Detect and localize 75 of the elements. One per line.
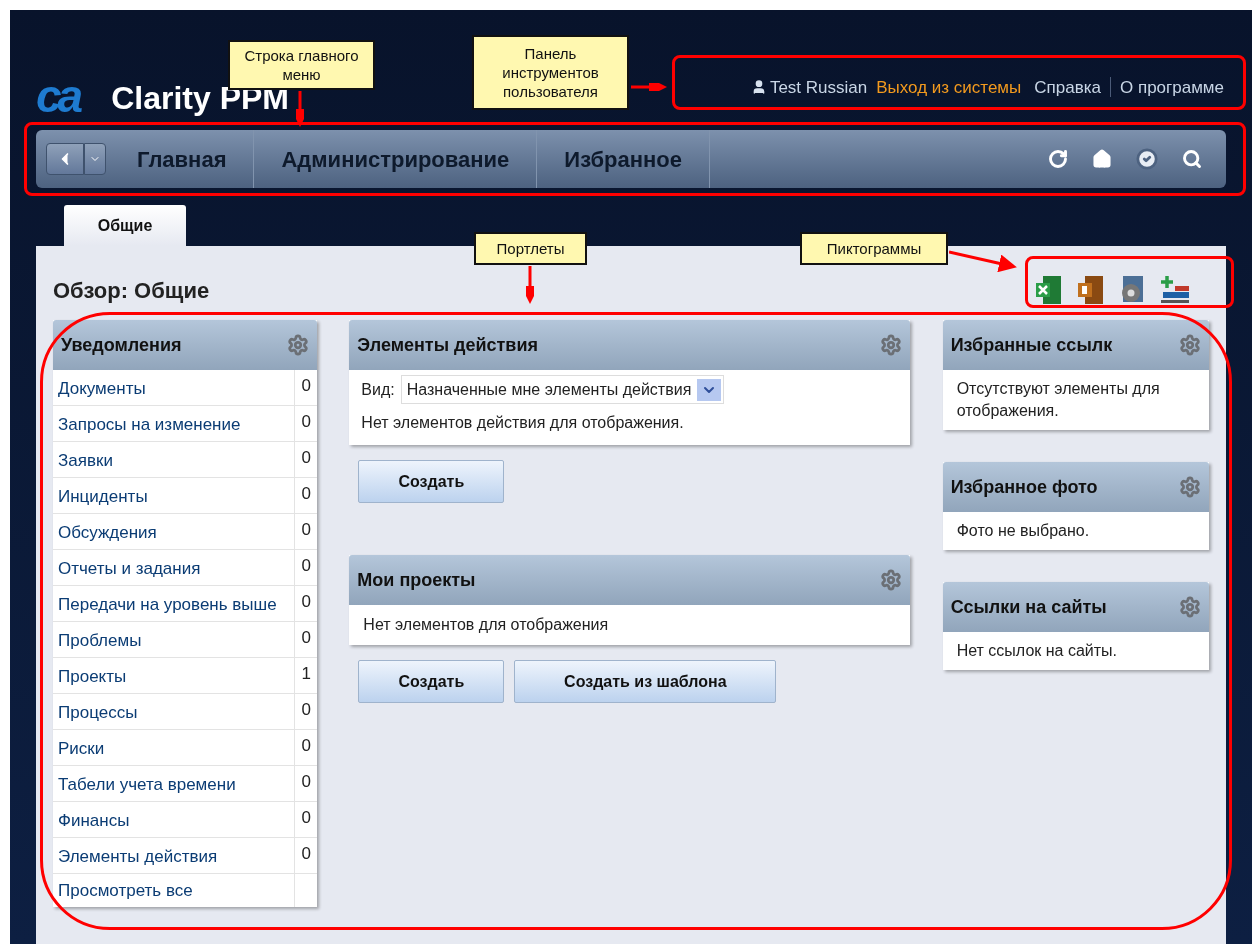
- check-circle-icon[interactable]: [1136, 148, 1158, 170]
- page-title: Обзор: Общие: [53, 276, 210, 305]
- notification-count: 0: [300, 843, 313, 865]
- notification-link[interactable]: Документы: [53, 370, 296, 405]
- portlet-title: Избранное фото: [950, 475, 1098, 499]
- settings-icon[interactable]: [879, 569, 902, 591]
- portlet-message: Отсутствуют элементы для отображения.: [955, 379, 1161, 421]
- spreadsheet-export-icon[interactable]: [1033, 274, 1063, 306]
- notification-count: 1: [300, 663, 313, 685]
- notification-link[interactable]: Процессы: [53, 694, 296, 729]
- notification-count: 0: [300, 375, 313, 397]
- settings-icon[interactable]: [1179, 596, 1201, 618]
- search-icon[interactable]: [1182, 149, 1202, 169]
- back-button[interactable]: [46, 143, 84, 175]
- header-link[interactable]: О программе: [1120, 74, 1224, 100]
- empty-message: Нет элементов действия для отображения.: [361, 413, 685, 433]
- home-icon[interactable]: [1092, 149, 1112, 169]
- notification-count: 0: [300, 591, 313, 613]
- notification-link[interactable]: Инциденты: [53, 478, 296, 513]
- portlet-title: Мои проекты: [357, 568, 476, 592]
- presentation-export-icon[interactable]: [1075, 274, 1105, 306]
- create-button[interactable]: Создать: [358, 660, 505, 703]
- header-link[interactable]: Справка: [1034, 74, 1101, 100]
- logo: ca: [36, 76, 80, 116]
- notification-count: 0: [300, 447, 313, 469]
- arrow: [296, 91, 304, 129]
- notification-count: 0: [300, 771, 313, 793]
- portlet-message: Фото не выбрано.: [955, 521, 1091, 541]
- notification-link[interactable]: Передачи на уровень выше: [53, 586, 296, 621]
- create-button[interactable]: Создать из шаблона: [514, 660, 777, 703]
- empty-message: Нет элементов для отображения: [362, 615, 610, 635]
- notification-link[interactable]: Проблемы: [53, 622, 296, 657]
- settings-icon[interactable]: [1179, 334, 1201, 356]
- notification-link[interactable]: Заявки: [53, 442, 296, 477]
- callout-label: Пиктограммы: [800, 232, 948, 265]
- notification-count: 0: [300, 699, 313, 721]
- notification-link[interactable]: Риски: [53, 730, 296, 765]
- main-menu-item[interactable]: Главная: [110, 130, 255, 188]
- view-label: Вид:: [361, 379, 395, 400]
- notification-link[interactable]: Отчеты и задания: [53, 550, 296, 585]
- notification-link[interactable]: Проекты: [53, 658, 296, 693]
- notification-link[interactable]: Обсуждения: [53, 514, 296, 549]
- portlet-title: Избранные ссылк: [950, 333, 1113, 357]
- notification-count: 0: [300, 483, 313, 505]
- main-menu-item[interactable]: Избранное: [537, 130, 711, 188]
- settings-icon[interactable]: [1179, 476, 1201, 498]
- refresh-icon[interactable]: [1048, 149, 1068, 169]
- portlet-title: Уведомления: [61, 333, 182, 357]
- view-all-link[interactable]: Просмотреть все: [53, 874, 296, 907]
- notification-link[interactable]: Финансы: [53, 802, 296, 837]
- settings-icon[interactable]: [287, 334, 310, 356]
- callout-label: Портлеты: [474, 232, 587, 265]
- settings-icon[interactable]: [879, 334, 902, 356]
- notification-count: 0: [300, 807, 313, 829]
- portlet-title: Ссылки на сайты: [950, 595, 1107, 619]
- notification-link[interactable]: Табели учета времени: [53, 766, 296, 801]
- notification-count: 0: [300, 411, 313, 433]
- create-button[interactable]: Создать: [358, 460, 505, 503]
- logout-link[interactable]: Выход из системы: [876, 74, 1022, 100]
- notification-count: 0: [300, 627, 313, 649]
- notification-count: 0: [300, 519, 313, 541]
- view-dropdown[interactable]: Назначенные мне элементы действия: [400, 375, 725, 404]
- callout-label: Панель инструментов пользователя: [472, 35, 629, 110]
- history-dropdown[interactable]: [84, 143, 106, 175]
- portlet-title: Элементы действия: [357, 333, 538, 357]
- main-menu-item[interactable]: Администрирование: [254, 130, 538, 188]
- tab[interactable]: Общие: [64, 205, 186, 246]
- notification-count: 0: [300, 555, 313, 577]
- notification-link[interactable]: Элементы действия: [53, 838, 296, 873]
- user-name: Test Russian: [769, 76, 868, 99]
- notification-link[interactable]: Запросы на изменение: [53, 406, 296, 441]
- add-row-icon[interactable]: [1159, 274, 1191, 306]
- callout-label: Строка главного меню: [228, 40, 375, 90]
- notification-count: 0: [300, 735, 313, 757]
- portlet-message: Нет ссылок на сайты.: [955, 641, 1118, 661]
